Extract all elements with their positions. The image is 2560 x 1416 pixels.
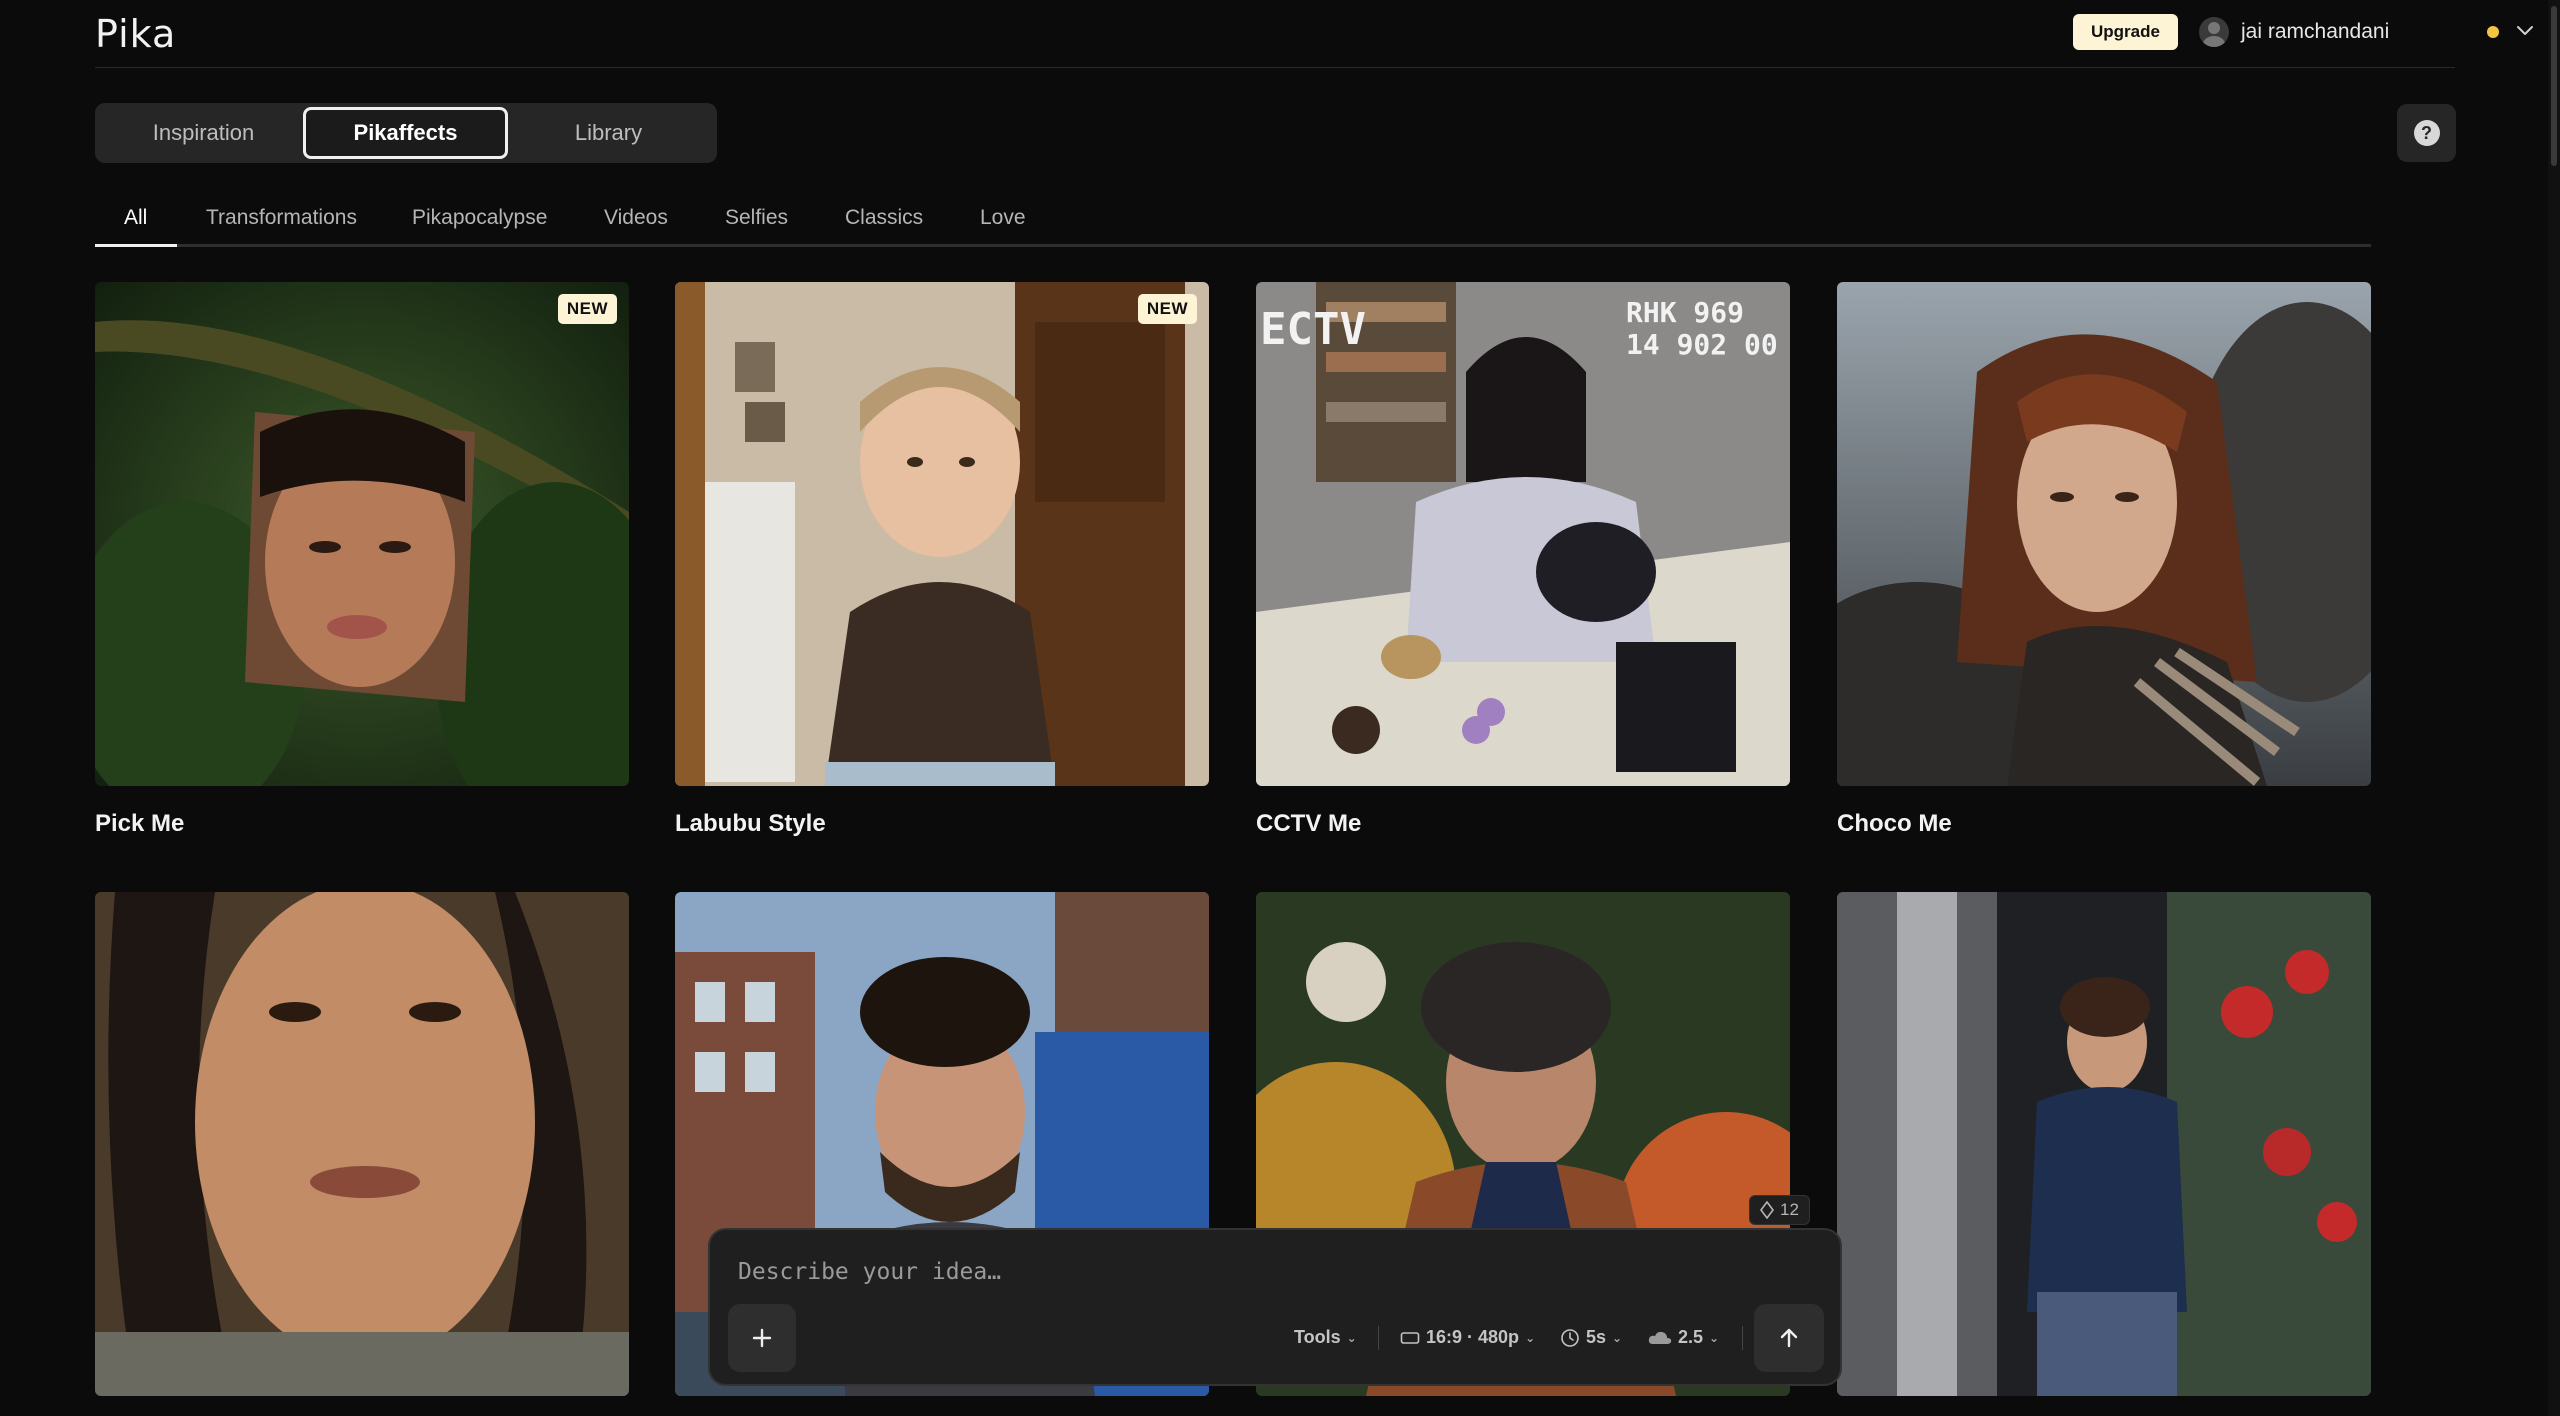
add-button[interactable] xyxy=(728,1304,796,1372)
category-tab-love[interactable]: Love xyxy=(980,206,1026,230)
category-tab-videos[interactable]: Videos xyxy=(604,206,668,230)
tab-pikaffects[interactable]: Pikaffects xyxy=(303,107,508,159)
category-tab-classics[interactable]: Classics xyxy=(845,206,923,230)
chevron-down-icon: ⌄ xyxy=(1346,1330,1357,1345)
cctv-id: RHK 969 xyxy=(1626,296,1744,329)
tools-label: Tools xyxy=(1294,1327,1341,1347)
new-badge: NEW xyxy=(1137,294,1197,324)
help-button[interactable]: ? xyxy=(2397,104,2456,162)
category-tab-bar: All Transformations Pikapocalypse Videos… xyxy=(95,200,2371,247)
card-title: Pick Me xyxy=(95,810,185,837)
category-tab-all[interactable]: All xyxy=(124,206,147,230)
tools-dropdown[interactable]: Tools ⌄ xyxy=(1294,1327,1357,1348)
toolbar-divider xyxy=(1378,1326,1379,1350)
card-thumbnail[interactable]: NEW xyxy=(95,282,629,786)
credits-chip: 12 xyxy=(1749,1195,1810,1225)
card-thumbnail[interactable]: ECTV RHK 969 14 902 00 xyxy=(1256,282,1790,786)
active-tab-underline xyxy=(95,244,177,247)
pika-logo[interactable]: Pika xyxy=(95,12,176,56)
new-badge: NEW xyxy=(557,294,617,324)
model-dropdown[interactable]: 2.5 ⌄ xyxy=(1648,1327,1719,1348)
category-tab-pikapocalypse[interactable]: Pikapocalypse xyxy=(412,206,547,230)
category-tab-selfies[interactable]: Selfies xyxy=(725,206,788,230)
plus-icon xyxy=(752,1328,772,1348)
question-icon: ? xyxy=(2413,120,2440,146)
cloud-icon xyxy=(1648,1331,1672,1344)
cctv-label: ECTV xyxy=(1260,304,1366,355)
clock-icon xyxy=(1561,1328,1579,1347)
status-dot xyxy=(2487,26,2499,38)
chevron-down-icon[interactable] xyxy=(2513,18,2537,42)
card-thumbnail[interactable]: NEW xyxy=(675,282,1209,786)
duration-dropdown[interactable]: 5s ⌄ xyxy=(1560,1327,1622,1348)
card-thumbnail[interactable] xyxy=(95,892,629,1396)
aspect-ratio-icon xyxy=(1400,1331,1420,1344)
top-header: Pika Upgrade jai ramchandani xyxy=(95,0,2533,68)
chevron-down-icon: ⌄ xyxy=(1612,1330,1623,1345)
chevron-down-icon: ⌄ xyxy=(1709,1330,1720,1345)
prompt-input[interactable] xyxy=(738,1252,1798,1292)
duration-label: 5s xyxy=(1586,1327,1607,1347)
upgrade-button[interactable]: Upgrade xyxy=(2073,14,2178,50)
tab-inspiration[interactable]: Inspiration xyxy=(101,107,306,159)
main-tab-bar: Inspiration Pikaffects Library xyxy=(95,103,717,163)
card-title: Labubu Style xyxy=(675,810,826,837)
cctv-time: 14 902 00 xyxy=(1626,328,1778,361)
aspect-dropdown[interactable]: 16:9 · 480p ⌄ xyxy=(1400,1327,1535,1348)
credits-count: 12 xyxy=(1780,1200,1799,1219)
category-tab-transformations[interactable]: Transformations xyxy=(206,206,357,230)
user-avatar-icon[interactable] xyxy=(2199,17,2229,47)
model-label: 2.5 xyxy=(1678,1327,1704,1347)
aspect-label: 16:9 · 480p xyxy=(1426,1327,1520,1347)
diamond-icon xyxy=(1760,1201,1774,1219)
tab-library[interactable]: Library xyxy=(506,107,711,159)
user-name[interactable]: jai ramchandani xyxy=(2241,20,2389,44)
prompt-composer: Tools ⌄ 16:9 · 480p ⌄ 5s ⌄ 2.5 ⌄ xyxy=(708,1228,1842,1386)
card-thumbnail[interactable] xyxy=(1837,892,2371,1396)
card-title: Choco Me xyxy=(1837,810,1952,837)
card-title: CCTV Me xyxy=(1256,810,1362,837)
page-scrollbar-thumb[interactable] xyxy=(2551,6,2557,166)
page-scrollbar-track[interactable] xyxy=(2548,0,2560,1416)
chevron-down-icon: ⌄ xyxy=(1525,1330,1536,1345)
toolbar-divider xyxy=(1742,1326,1743,1350)
arrow-up-icon xyxy=(1780,1328,1798,1348)
send-button[interactable] xyxy=(1754,1304,1824,1372)
card-thumbnail[interactable] xyxy=(1837,282,2371,786)
